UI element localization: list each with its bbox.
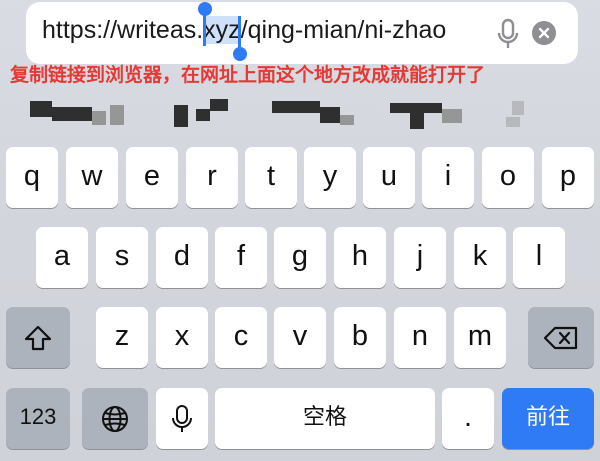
key-e[interactable]: e	[126, 147, 178, 208]
key-w[interactable]: w	[66, 147, 118, 208]
annotation-text: 复制链接到浏览器，在网址上面这个地方改成就能打开了	[10, 64, 486, 86]
key-q[interactable]: q	[6, 147, 58, 208]
key-f[interactable]: f	[215, 227, 267, 288]
url-after-selection: /qing-mian/ni-zhao	[240, 16, 447, 44]
key-n[interactable]: n	[394, 307, 446, 368]
url-field[interactable]: https://writeas.xyz/qing-mian/ni-zhao	[42, 16, 482, 45]
space-key[interactable]: 空格	[215, 388, 435, 449]
key-i[interactable]: i	[422, 147, 474, 208]
key-b[interactable]: b	[334, 307, 386, 368]
microphone-icon[interactable]	[494, 18, 522, 50]
backspace-icon	[543, 326, 578, 349]
url-bar[interactable]: https://writeas.xyz/qing-mian/ni-zhao	[26, 2, 578, 64]
key-z[interactable]: z	[96, 307, 148, 368]
globe-icon	[102, 405, 128, 432]
key-a[interactable]: a	[36, 227, 88, 288]
key-s[interactable]: s	[96, 227, 148, 288]
url-before-selection: https://writeas.	[42, 16, 204, 44]
backspace-key[interactable]	[528, 307, 594, 368]
shift-key[interactable]	[6, 307, 70, 368]
dictation-key[interactable]	[156, 388, 208, 449]
clear-icon[interactable]	[532, 21, 556, 45]
go-button[interactable]: 前往	[502, 388, 594, 449]
url-selected-text[interactable]: xyz	[203, 16, 241, 44]
key-h[interactable]: h	[334, 227, 386, 288]
key-l[interactable]: l	[513, 227, 565, 288]
key-j[interactable]: j	[394, 227, 446, 288]
microphone-icon	[172, 404, 192, 432]
key-t[interactable]: t	[245, 147, 297, 208]
globe-key[interactable]	[82, 388, 148, 449]
key-u[interactable]: u	[363, 147, 415, 208]
selection-handle-end[interactable]	[233, 47, 247, 61]
key-r[interactable]: r	[186, 147, 238, 208]
period-key[interactable]: .	[442, 388, 494, 449]
key-k[interactable]: k	[454, 227, 506, 288]
shift-icon	[24, 325, 52, 350]
key-d[interactable]: d	[156, 227, 208, 288]
key-v[interactable]: v	[274, 307, 326, 368]
key-y[interactable]: y	[304, 147, 356, 208]
key-x[interactable]: x	[156, 307, 208, 368]
key-p[interactable]: p	[542, 147, 594, 208]
key-g[interactable]: g	[274, 227, 326, 288]
key-m[interactable]: m	[454, 307, 506, 368]
selection-caret-start	[203, 10, 206, 46]
key-c[interactable]: c	[215, 307, 267, 368]
suggestion-strip[interactable]	[0, 95, 600, 135]
numbers-key[interactable]: 123	[6, 388, 70, 449]
key-o[interactable]: o	[482, 147, 534, 208]
